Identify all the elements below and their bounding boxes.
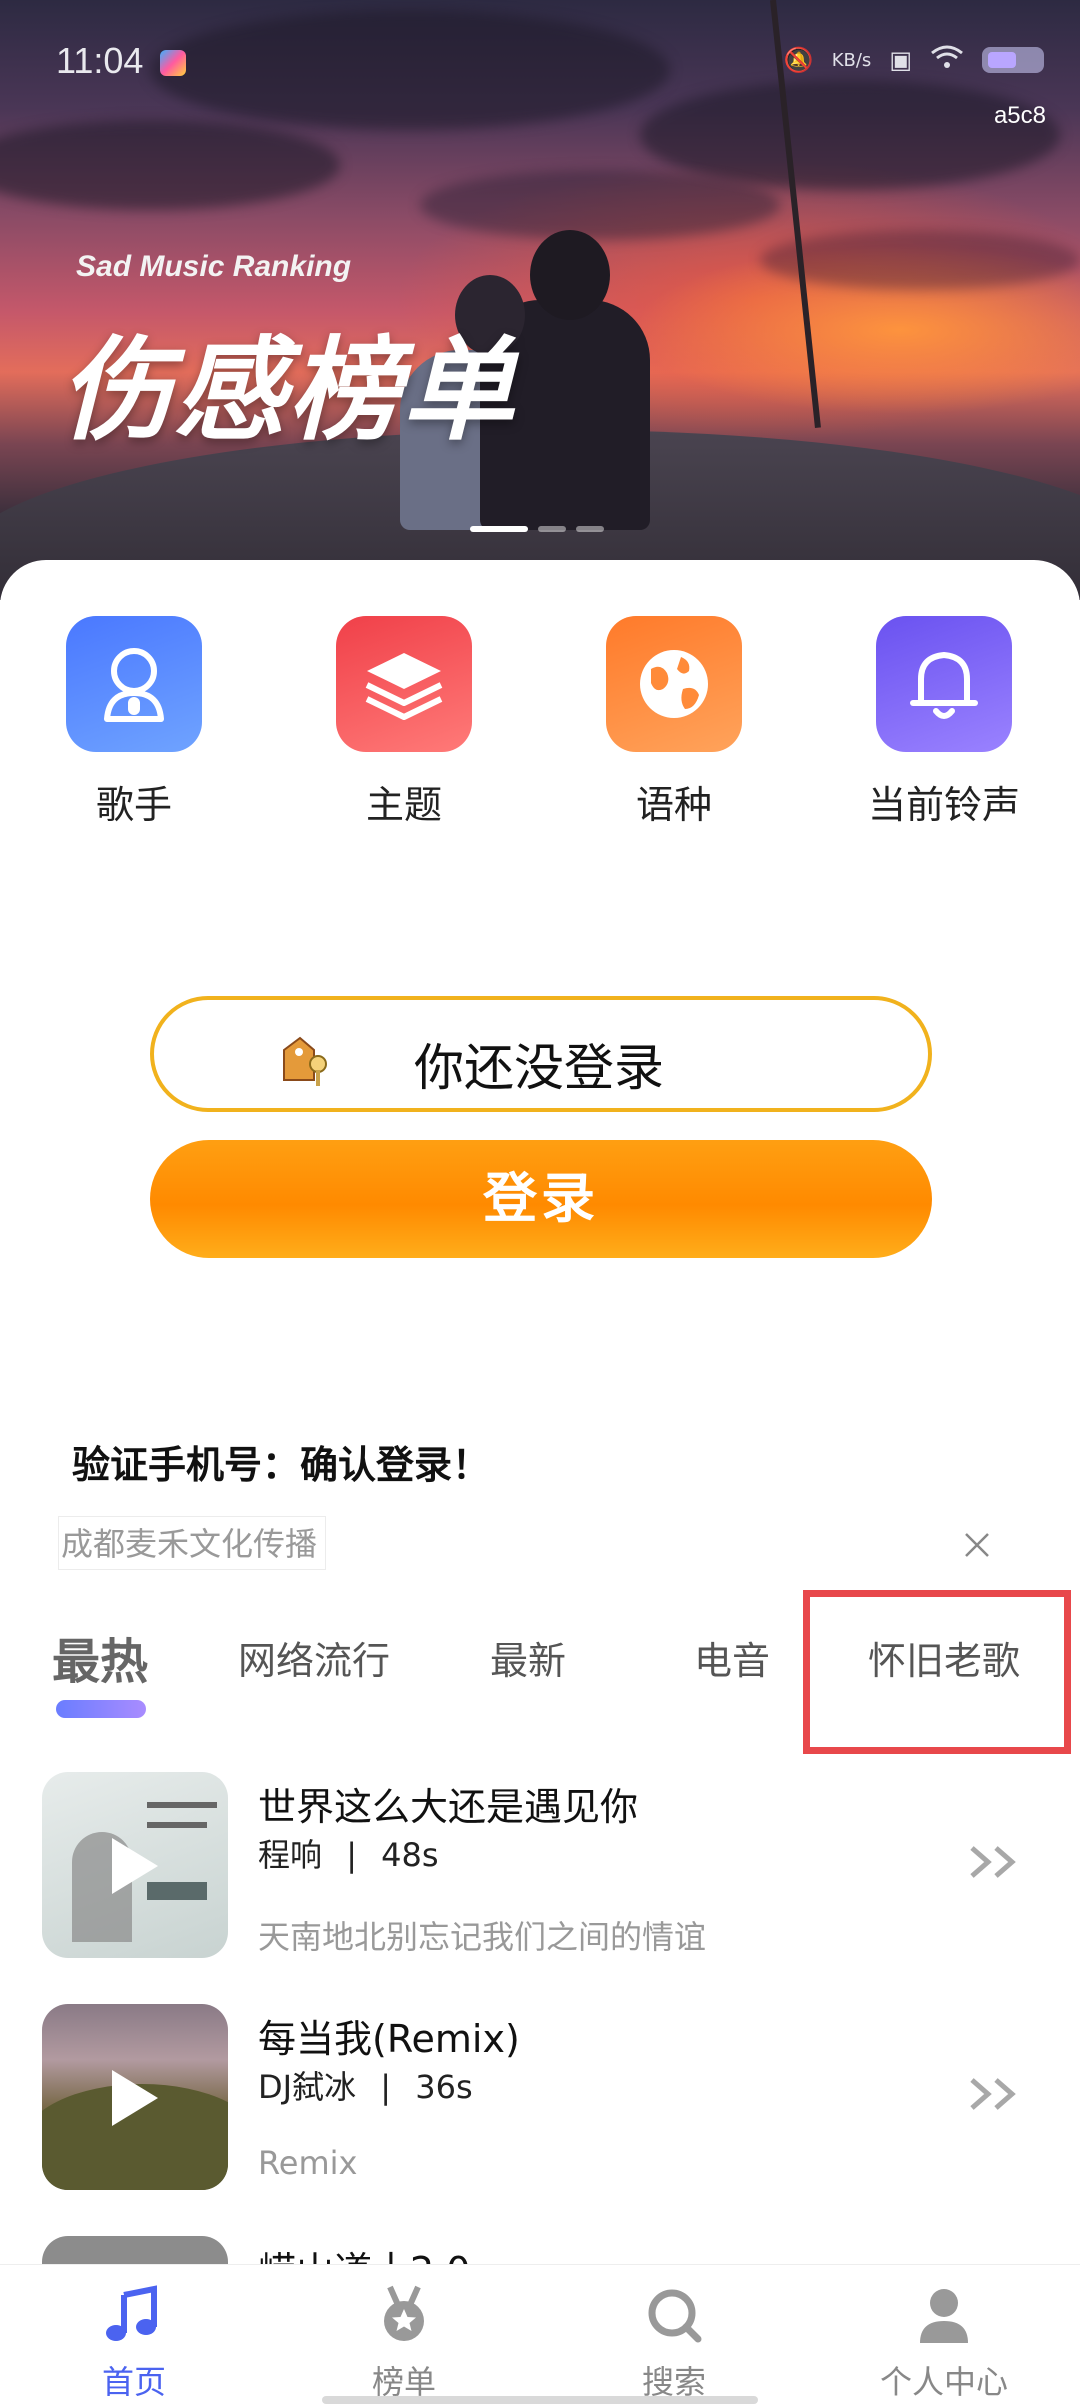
person-icon [912, 2283, 976, 2347]
network-speed: KB/s [831, 49, 872, 71]
double-chevron-right-icon[interactable] [966, 2074, 1026, 2114]
quick-action-label: 语种 [635, 783, 712, 827]
banner-tag: a5c8 [993, 102, 1046, 129]
banner-carousel[interactable]: 11:04 🔕 KB/s ▣ a5c8 Sad Music Ranking 伤感… [0, 0, 1080, 600]
song-artist: DJ弑冰 [258, 2068, 357, 2106]
tab-newest[interactable]: 最新 [490, 1630, 566, 1685]
ad-source-label: 成都麦禾文化传播 [58, 1516, 327, 1570]
quick-action-label: 主题 [365, 783, 442, 827]
bell-icon [876, 616, 1012, 752]
song-meta: DJ弑冰 | 36s [258, 2068, 473, 2106]
nav-ranking[interactable]: 榜单 [304, 2283, 504, 2403]
play-icon [112, 1838, 158, 1894]
double-chevron-right-icon[interactable] [966, 1842, 1026, 1882]
tab-electronic[interactable]: 电音 [694, 1630, 770, 1685]
quick-action-language[interactable]: 语种 [574, 616, 774, 829]
singer-icon [66, 616, 202, 752]
tab-internet-popular[interactable]: 网络流行 [238, 1630, 390, 1685]
nav-search[interactable]: 搜索 [574, 2283, 774, 2403]
app-notification-icon [160, 50, 186, 76]
bottom-nav: 首页 榜单 搜索 个人中心 [0, 2264, 1080, 2408]
close-ad-icon[interactable] [962, 1530, 992, 1560]
quick-action-label: 歌手 [95, 783, 172, 827]
login-button[interactable]: 登录 [150, 1140, 932, 1258]
nav-label: 首页 [101, 2363, 166, 2401]
song-artist: 程响 [258, 1836, 323, 1874]
status-bar: 11:04 🔕 KB/s ▣ a5c8 [0, 0, 1080, 129]
banner-subtitle: Sad Music Ranking [76, 250, 352, 283]
home-indicator[interactable] [322, 2396, 758, 2404]
banner-title: 伤感榜单 [60, 326, 516, 456]
battery-icon [982, 47, 1044, 73]
song-item[interactable]: 世界这么大还是遇见你 程响 | 48s 天南地北别忘记我们之间的情谊 [0, 1772, 1080, 1962]
nav-label: 个人中心 [879, 2363, 1008, 2401]
song-duration: 36s [415, 2068, 473, 2106]
quick-action-singer[interactable]: 歌手 [34, 616, 234, 829]
highlight-box [803, 1590, 1071, 1754]
song-meta: 程响 | 48s [258, 1836, 439, 1874]
song-desc: 天南地北别忘记我们之间的情谊 [258, 1918, 707, 1956]
carousel-indicator [470, 526, 604, 532]
nav-home[interactable]: 首页 [34, 2283, 234, 2403]
layers-icon [336, 616, 472, 752]
status-icons: 🔕 KB/s ▣ [784, 44, 1044, 76]
carousel-dot [538, 526, 566, 532]
quick-action-ringtone[interactable]: 当前铃声 [844, 616, 1044, 829]
song-item[interactable]: 每当我(Remix) DJ弑冰 | 36s Remix [0, 2004, 1080, 2194]
song-desc: Remix [258, 2144, 358, 2182]
mute-icon: 🔕 [783, 46, 814, 74]
song-cover [42, 1772, 228, 1958]
song-duration: 48s [381, 1836, 439, 1874]
key-tag-icon [274, 1028, 334, 1088]
carousel-dot [470, 526, 528, 532]
search-icon [642, 2283, 706, 2347]
globe-icon [606, 616, 742, 752]
song-title: 世界这么大还是遇见你 [258, 1785, 639, 1829]
quick-action-theme[interactable]: 主题 [304, 616, 504, 829]
play-icon [112, 2070, 158, 2126]
song-title: 每当我(Remix) [258, 2017, 520, 2061]
music-note-icon [102, 2283, 166, 2347]
login-status-pill: 你还没登录 [150, 996, 932, 1112]
status-time: 11:04 [56, 40, 144, 81]
quick-action-label: 当前铃声 [867, 783, 1020, 827]
verify-phone-prompt[interactable]: 验证手机号：确认登录！ [72, 1434, 490, 1489]
login-status-text: 你还没登录 [414, 1039, 664, 1097]
carousel-dot [576, 526, 604, 532]
wifi-icon [930, 44, 964, 76]
medal-icon [372, 2283, 436, 2347]
active-tab-indicator [56, 1700, 146, 1718]
nav-profile[interactable]: 个人中心 [844, 2283, 1044, 2403]
song-cover [42, 2004, 228, 2190]
tab-hottest[interactable]: 最热 [52, 1622, 148, 1692]
sim-icon: ▣ [889, 46, 912, 74]
